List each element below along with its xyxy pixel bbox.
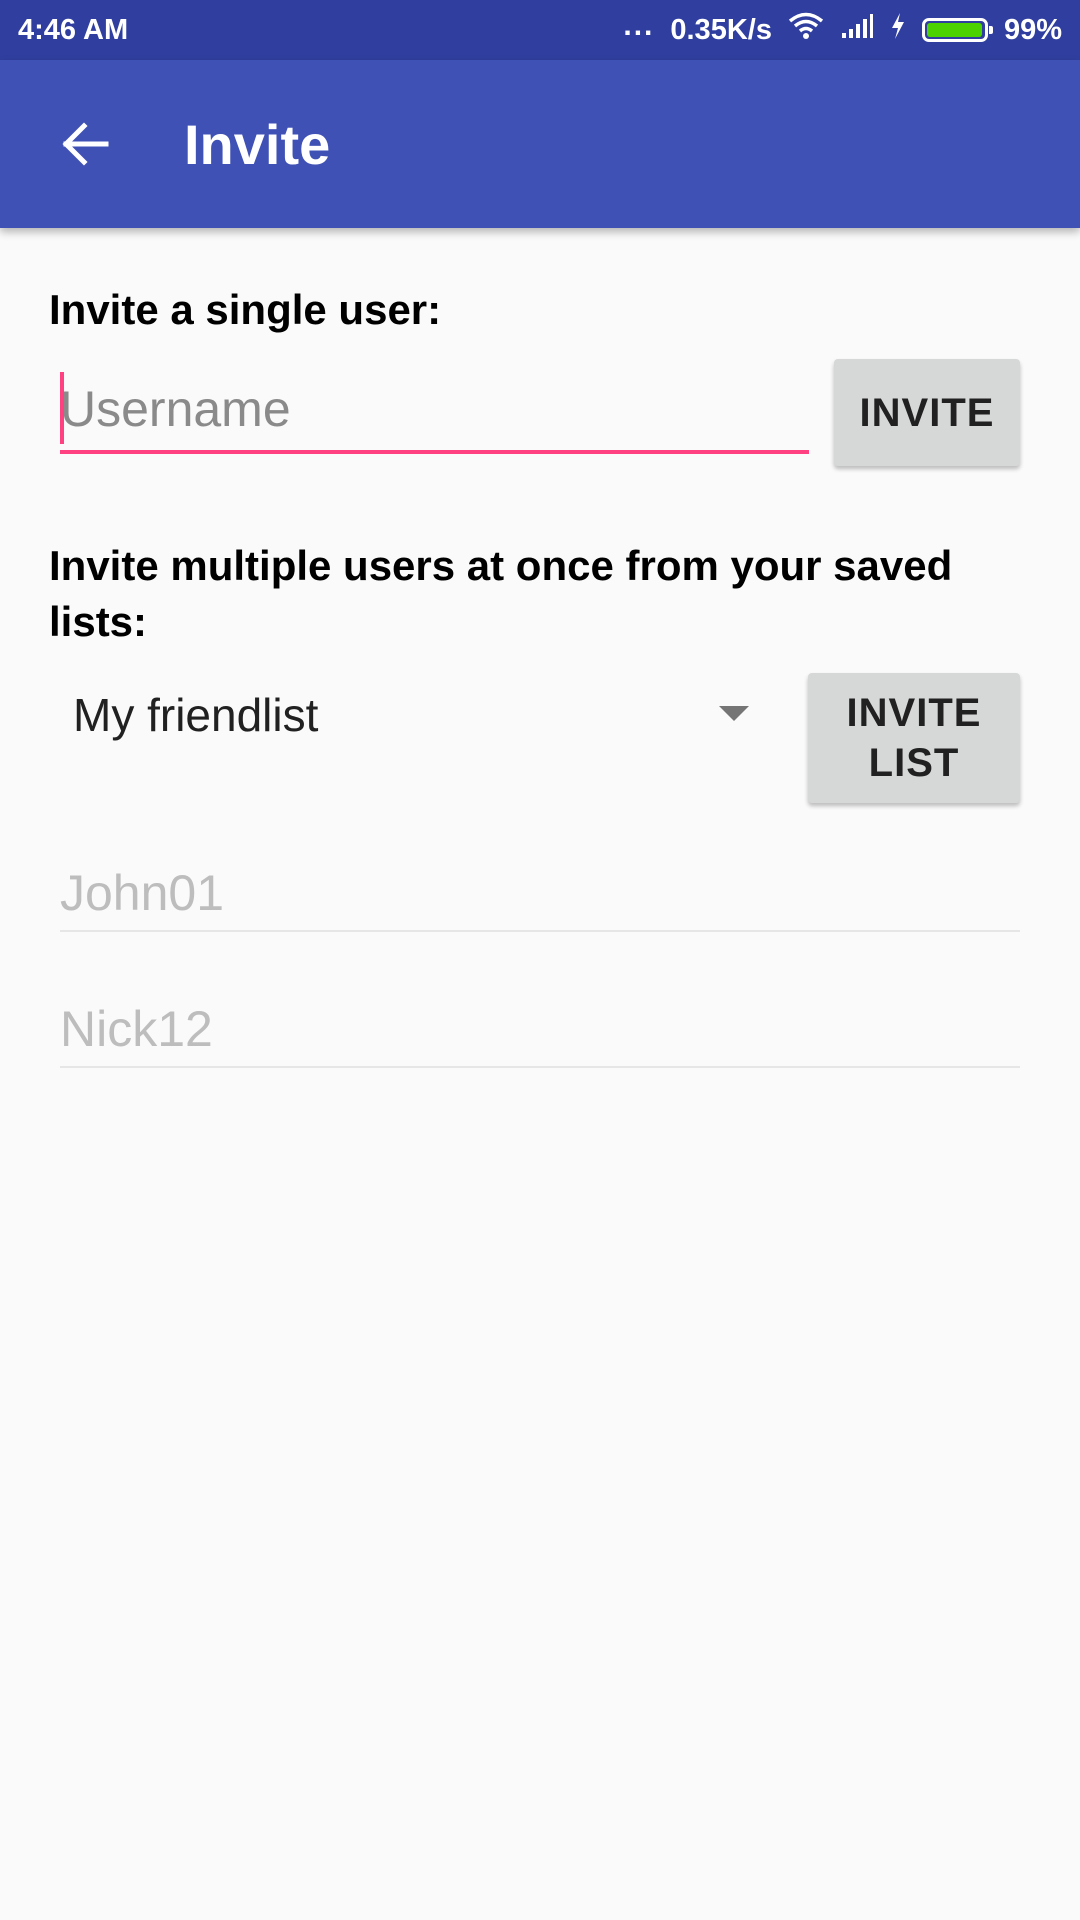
battery-level bbox=[926, 23, 983, 37]
back-button[interactable] bbox=[36, 96, 132, 192]
saved-list-dropdown[interactable]: My friendlist bbox=[49, 680, 749, 750]
username-field[interactable] bbox=[60, 372, 809, 454]
wifi-icon bbox=[788, 12, 824, 48]
text-cursor bbox=[60, 372, 64, 444]
list-member-item: Nick12 bbox=[60, 996, 1020, 1068]
list-member-item: John01 bbox=[60, 860, 1020, 932]
app-bar: Invite bbox=[0, 60, 1080, 228]
page-title: Invite bbox=[184, 112, 331, 176]
invite-list-label-line1: INVITE bbox=[846, 691, 982, 735]
dropdown-arrow-icon bbox=[719, 706, 749, 721]
status-time: 4:46 AM bbox=[18, 13, 129, 46]
arrow-back-icon bbox=[62, 122, 109, 166]
charging-icon bbox=[890, 12, 906, 48]
signal-icon bbox=[840, 13, 874, 47]
status-bar: 4:46 AM ... 0.35K/s 99% bbox=[0, 0, 1080, 60]
network-speed: 0.35K/s bbox=[670, 13, 772, 46]
battery-percent: 99% bbox=[1003, 13, 1062, 46]
selected-list-value: My friendlist bbox=[73, 689, 319, 741]
notification-dots: ... bbox=[623, 9, 655, 42]
battery-icon bbox=[921, 18, 993, 42]
username-input[interactable] bbox=[60, 372, 809, 446]
invite-list-button[interactable]: INVITE LIST bbox=[808, 673, 1020, 803]
invite-list-label-line2: LIST bbox=[868, 741, 960, 785]
invite-button[interactable]: INVITE bbox=[834, 359, 1020, 466]
status-indicators: ... 0.35K/s 99% bbox=[623, 9, 1062, 48]
list-invite-label: Invite multiple users at once from your … bbox=[49, 542, 953, 645]
single-invite-label: Invite a single user: bbox=[49, 286, 442, 333]
